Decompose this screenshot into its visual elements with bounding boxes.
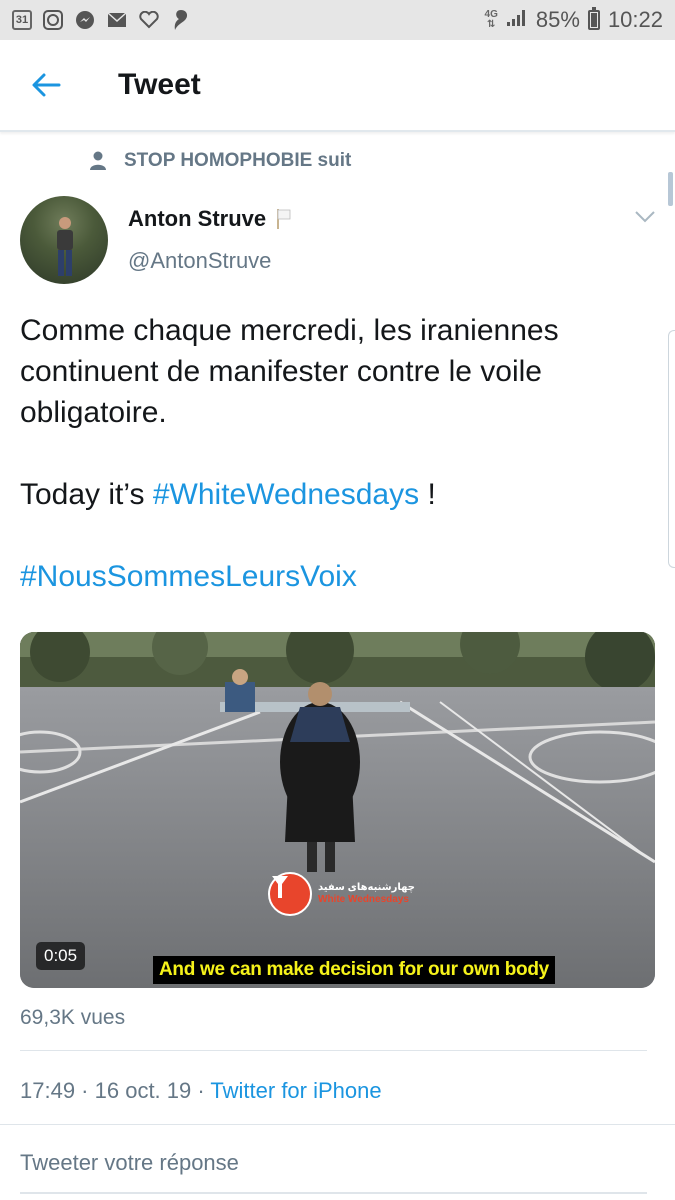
social-context[interactable]: STOP HOMOPHOBIE suit — [90, 150, 351, 172]
tweet-date: 16 oct. 19 — [94, 1078, 192, 1103]
person-icon — [90, 151, 106, 170]
battery-icon — [587, 7, 600, 30]
reply-input[interactable]: Tweeter votre réponse — [20, 1150, 239, 1176]
divider — [20, 1050, 647, 1051]
tweet-metadata: 17:49 · 16 oct. 19 · Twitter for iPhone — [20, 1078, 382, 1104]
meta-separator: · — [191, 1078, 211, 1103]
author-handle[interactable]: @AntonStruve — [128, 248, 271, 274]
network-indicator: 4G ⇅ — [484, 9, 498, 30]
social-context-label: STOP HOMOPHOBIE suit — [124, 150, 352, 171]
clock: 10:22 — [607, 7, 663, 32]
view-count: 69,3K vues — [20, 1006, 126, 1029]
video-duration-badge: 0:05 — [36, 942, 86, 970]
app-header: Tweet — [0, 40, 675, 132]
status-bar: 31 4G ⇅ 85% 10:22 — [0, 0, 675, 40]
hashtag-link[interactable]: #WhiteWednesdays — [153, 478, 419, 511]
messenger-icon — [74, 9, 96, 31]
battery-percent: 85% — [535, 7, 580, 32]
scroll-indicator — [668, 172, 673, 206]
mail-icon — [106, 9, 128, 31]
tweet-source-link[interactable]: Twitter for iPhone — [210, 1078, 381, 1103]
author-name-label: Anton Struve — [128, 206, 267, 231]
avatar[interactable] — [20, 196, 108, 284]
video-watermark: چهارشنبه‌های سفید White Wednesdays — [268, 872, 415, 916]
network-label: 4G — [484, 9, 498, 20]
cloud-icon — [170, 9, 192, 31]
calendar-icon: 31 — [12, 10, 32, 30]
meta-separator: · — [75, 1078, 95, 1103]
arrow-left-icon — [32, 73, 61, 97]
white-flag-icon — [277, 209, 291, 229]
status-bar-notifications: 31 — [12, 9, 192, 31]
back-button[interactable] — [16, 55, 76, 115]
tweet-text-suffix: ! — [419, 478, 436, 511]
tweet-text-line1: Comme chaque mercredi, les iraniennes co… — [20, 314, 559, 429]
watermark-subtitle: White Wednesdays — [318, 894, 409, 905]
edge-panel-handle[interactable] — [668, 330, 675, 568]
chevron-down-icon[interactable] — [634, 210, 656, 229]
heart-icon — [138, 9, 160, 31]
white-wednesdays-logo — [268, 872, 312, 916]
status-bar-system: 4G ⇅ 85% 10:22 — [485, 7, 663, 33]
video-caption: And we can make decision for our own bod… — [153, 956, 555, 984]
tweet-text-line2: Today it’s #WhiteWednesdays ! — [20, 474, 650, 515]
video-player[interactable]: چهارشنبه‌های سفید White Wednesdays 0:05 … — [20, 632, 655, 988]
signal-icon — [506, 7, 528, 33]
tweet-text-prefix: Today it’s — [20, 478, 153, 511]
whatsapp-icon — [42, 9, 64, 31]
tweet-time: 17:49 — [20, 1078, 76, 1103]
video-frame — [20, 632, 655, 988]
calendar-day: 31 — [15, 14, 29, 26]
hashtag-link[interactable]: #NousSommesLeursVoix — [20, 560, 357, 593]
avatar-figure — [57, 217, 73, 276]
divider — [0, 1124, 675, 1125]
tweet-text: Comme chaque mercredi, les iraniennes co… — [20, 310, 650, 597]
page-title: Tweet — [118, 68, 201, 101]
watermark-title: چهارشنبه‌های سفید — [318, 882, 415, 893]
divider — [20, 1192, 647, 1194]
author-name[interactable]: Anton Struve — [128, 206, 292, 232]
